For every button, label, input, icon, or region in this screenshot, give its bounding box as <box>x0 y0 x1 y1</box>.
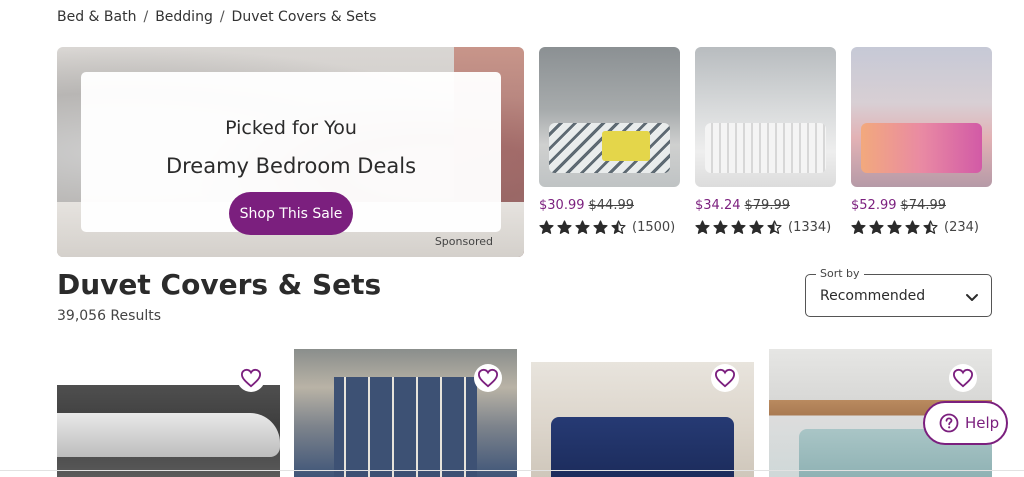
star-icon <box>851 220 866 234</box>
recommended-product[interactable]: $34.24 $79.99 (1334) <box>695 47 836 235</box>
star-icon <box>905 220 920 234</box>
question-circle-icon <box>939 413 959 433</box>
hero-kicker: Picked for You <box>225 117 357 139</box>
review-count: (234) <box>944 220 979 235</box>
breadcrumb-separator: / <box>219 9 225 25</box>
star-icon <box>575 220 590 234</box>
product-image-bedding <box>549 123 670 173</box>
breadcrumb-bed-bath[interactable]: Bed & Bath <box>57 9 136 25</box>
chevron-down-icon <box>966 294 978 301</box>
product-card[interactable] <box>57 349 280 477</box>
star-icon <box>557 220 572 234</box>
recommended-product[interactable]: $30.99 $44.99 (1500) <box>539 47 680 235</box>
favorite-button[interactable] <box>949 364 977 392</box>
product-image-bedding <box>705 123 826 173</box>
page-title: Duvet Covers & Sets <box>57 268 382 301</box>
product-image[interactable] <box>851 47 992 187</box>
sort-selected-value: Recommended <box>820 288 926 304</box>
star-icon <box>731 220 746 234</box>
heart-icon <box>477 368 499 388</box>
original-price: $74.99 <box>900 198 947 213</box>
star-icon <box>869 220 884 234</box>
star-icon <box>695 220 710 234</box>
product-image[interactable] <box>695 47 836 187</box>
breadcrumb-duvet-covers[interactable]: Duvet Covers & Sets <box>232 9 377 25</box>
star-icon <box>749 220 764 234</box>
hero-title: Dreamy Bedroom Deals <box>165 154 417 178</box>
results-count: 39,056 Results <box>57 308 161 324</box>
divider <box>0 470 1024 471</box>
product-card[interactable] <box>531 349 754 477</box>
star-icon <box>767 220 782 234</box>
favorite-button[interactable] <box>237 364 265 392</box>
heart-icon <box>240 368 262 388</box>
favorite-button[interactable] <box>711 364 739 392</box>
star-icon <box>611 220 626 234</box>
stars <box>539 220 626 235</box>
star-icon <box>539 220 554 234</box>
star-icon <box>713 220 728 234</box>
breadcrumb-bedding[interactable]: Bedding <box>155 9 213 25</box>
product-image-bedding <box>861 123 982 173</box>
sponsored-label: Sponsored <box>434 235 493 248</box>
product-price: $34.24 $79.99 <box>695 198 836 213</box>
review-count: (1500) <box>632 220 676 235</box>
star-icon <box>887 220 902 234</box>
favorite-button[interactable] <box>474 364 502 392</box>
recommended-product[interactable]: $52.99 $74.99 (234) <box>851 47 992 235</box>
product-image[interactable] <box>539 47 680 187</box>
review-count: (1334) <box>788 220 832 235</box>
star-rating[interactable]: (234) <box>851 220 992 235</box>
original-price: $79.99 <box>744 198 791 213</box>
stars <box>695 220 782 235</box>
original-price: $44.99 <box>588 198 635 213</box>
shop-this-sale-button[interactable]: Shop This Sale <box>229 192 353 235</box>
sale-price: $34.24 <box>695 198 741 213</box>
help-button[interactable]: Help <box>923 401 1008 445</box>
breadcrumb: Bed & Bath / Bedding / Duvet Covers & Se… <box>57 9 376 25</box>
stars <box>851 220 938 235</box>
product-price: $30.99 $44.99 <box>539 198 680 213</box>
heart-icon <box>952 368 974 388</box>
help-label: Help <box>965 414 1000 432</box>
star-icon <box>593 220 608 234</box>
breadcrumb-separator: / <box>143 9 149 25</box>
star-icon <box>923 220 938 234</box>
star-rating[interactable]: (1334) <box>695 220 836 235</box>
sort-label: Sort by <box>816 267 864 280</box>
sale-price: $52.99 <box>851 198 897 213</box>
product-price: $52.99 $74.99 <box>851 198 992 213</box>
product-card[interactable] <box>294 349 517 477</box>
star-rating[interactable]: (1500) <box>539 220 680 235</box>
sort-dropdown[interactable]: Sort by Recommended <box>805 267 992 317</box>
hero-promo-card: Picked for You Dreamy Bedroom Deals Shop… <box>81 72 501 248</box>
sale-price: $30.99 <box>539 198 585 213</box>
heart-icon <box>714 368 736 388</box>
hero-banner[interactable]: Picked for You Dreamy Bedroom Deals Shop… <box>57 47 524 257</box>
